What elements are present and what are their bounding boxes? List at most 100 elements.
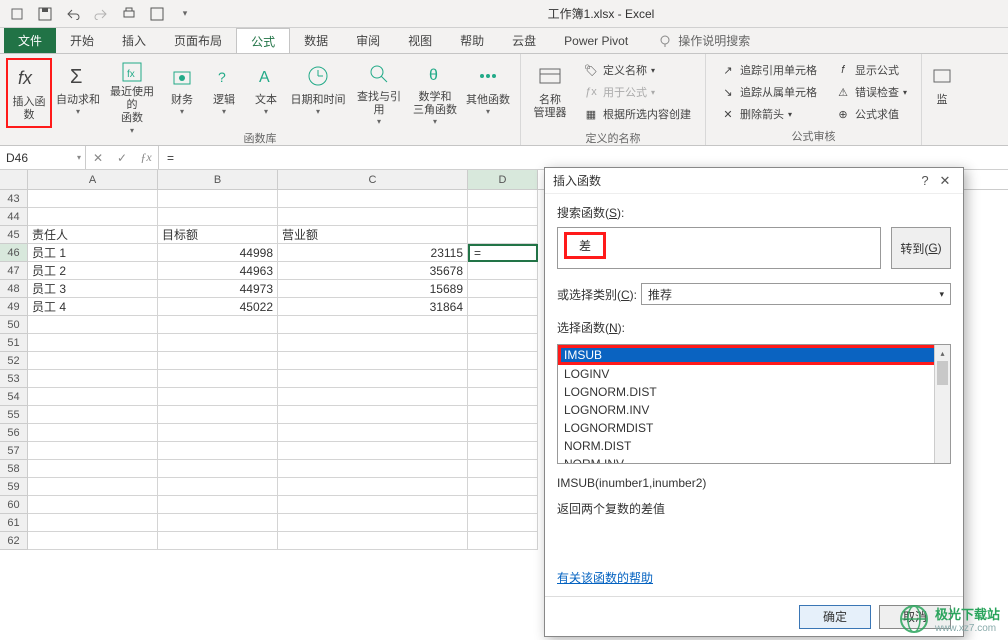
tab-help[interactable]: 帮助 — [446, 28, 498, 53]
tab-data[interactable]: 数据 — [290, 28, 342, 53]
other-functions-button[interactable]: 其他函数▾ — [462, 58, 514, 128]
function-item[interactable]: NORM.DIST — [558, 437, 950, 455]
tab-powerpivot[interactable]: Power Pivot — [550, 28, 642, 53]
active-cell[interactable]: = — [468, 244, 538, 262]
cell[interactable]: 44963 — [158, 262, 278, 280]
ok-button[interactable]: 确定 — [799, 605, 871, 629]
trace-precedents-button[interactable]: ↗追踪引用单元格 — [716, 60, 821, 80]
show-formulas-button[interactable]: 𝑓显示公式 — [831, 60, 911, 80]
recent-functions-button[interactable]: fx 最近使用的 函数▾ — [104, 58, 160, 128]
row-header[interactable]: 48 — [0, 280, 28, 298]
cell[interactable]: 员工 4 — [28, 298, 158, 316]
datetime-button[interactable]: 日期和时间▾ — [288, 58, 348, 128]
scroll-thumb[interactable] — [937, 361, 948, 385]
row-header[interactable]: 52 — [0, 352, 28, 370]
cell[interactable]: 责任人 — [28, 226, 158, 244]
redo-icon[interactable] — [88, 2, 114, 26]
tab-view[interactable]: 视图 — [394, 28, 446, 53]
cell[interactable]: 员工 2 — [28, 262, 158, 280]
logical-button[interactable]: ? 逻辑▾ — [204, 58, 244, 128]
text-button[interactable]: A 文本▾ — [246, 58, 286, 128]
tab-home[interactable]: 开始 — [56, 28, 108, 53]
enter-icon[interactable]: ✓ — [110, 151, 134, 165]
cell[interactable]: 15689 — [278, 280, 468, 298]
tab-file[interactable]: 文件 — [4, 28, 56, 53]
tab-insert[interactable]: 插入 — [108, 28, 160, 53]
row-header[interactable]: 55 — [0, 406, 28, 424]
cell[interactable]: 44973 — [158, 280, 278, 298]
autosum-button[interactable]: Σ 自动求和▾ — [54, 58, 102, 128]
name-manager-button[interactable]: 名称 管理器 — [527, 58, 573, 128]
financial-button[interactable]: 财务▾ — [162, 58, 202, 128]
help-icon[interactable]: ? — [915, 173, 935, 188]
row-header[interactable]: 47 — [0, 262, 28, 280]
function-item[interactable]: LOGINV — [558, 365, 950, 383]
undo-icon[interactable] — [60, 2, 86, 26]
row-header[interactable]: 61 — [0, 514, 28, 532]
save2-icon[interactable] — [144, 2, 170, 26]
row-header[interactable]: 59 — [0, 478, 28, 496]
cell[interactable]: 35678 — [278, 262, 468, 280]
qat-more-icon[interactable]: ▾ — [172, 2, 198, 26]
create-from-selection-button[interactable]: ▦根据所选内容创建 — [579, 104, 695, 124]
col-header-A[interactable]: A — [28, 170, 158, 189]
scroll-up-icon[interactable]: ▴ — [935, 345, 950, 361]
watch-window-button[interactable]: 监 — [928, 58, 956, 128]
col-header-B[interactable]: B — [158, 170, 278, 189]
row-header[interactable]: 46 — [0, 244, 28, 262]
trace-dependents-button[interactable]: ↘追踪从属单元格 — [716, 82, 821, 102]
col-header-C[interactable]: C — [278, 170, 468, 189]
cell[interactable]: 23115 — [278, 244, 468, 262]
cell[interactable]: 31864 — [278, 298, 468, 316]
row-header[interactable]: 60 — [0, 496, 28, 514]
error-check-button[interactable]: ⚠错误检查 ▾ — [831, 82, 911, 102]
use-in-formula-button[interactable]: ƒx用于公式 ▾ — [579, 82, 695, 102]
mathtrig-button[interactable]: θ 数学和 三角函数▾ — [410, 58, 460, 128]
chevron-down-icon[interactable]: ▾ — [77, 153, 81, 162]
save-icon[interactable] — [32, 2, 58, 26]
row-header[interactable]: 56 — [0, 424, 28, 442]
fx-icon[interactable]: ƒx — [134, 150, 158, 165]
row-header[interactable]: 49 — [0, 298, 28, 316]
qat-dropdown-icon[interactable] — [4, 2, 30, 26]
cell[interactable]: 目标额 — [158, 226, 278, 244]
define-name-button[interactable]: 🏷定义名称 ▾ — [579, 60, 695, 80]
close-icon[interactable]: ✕ — [935, 173, 955, 189]
function-item[interactable]: IMSUB — [558, 345, 950, 365]
row-header[interactable]: 51 — [0, 334, 28, 352]
tab-formulas[interactable]: 公式 — [236, 28, 290, 53]
insert-function-button[interactable]: fx 插入函数 — [6, 58, 52, 128]
cell[interactable]: 44998 — [158, 244, 278, 262]
row-header[interactable]: 57 — [0, 442, 28, 460]
tab-review[interactable]: 审阅 — [342, 28, 394, 53]
col-header-D[interactable]: D — [468, 170, 538, 189]
search-function-input[interactable]: 差 — [557, 227, 881, 269]
print-icon[interactable] — [116, 2, 142, 26]
function-item[interactable]: NORM.INV — [558, 455, 950, 464]
row-header[interactable]: 44 — [0, 208, 28, 226]
category-select[interactable]: 推荐▾ — [641, 283, 951, 305]
row-header[interactable]: 45 — [0, 226, 28, 244]
row-header[interactable]: 54 — [0, 388, 28, 406]
select-all-corner[interactable] — [0, 170, 28, 189]
function-help-link[interactable]: 有关该函数的帮助 — [557, 569, 951, 586]
row-header[interactable]: 62 — [0, 532, 28, 550]
row-header[interactable]: 50 — [0, 316, 28, 334]
cell[interactable]: 员工 1 — [28, 244, 158, 262]
goto-button[interactable]: 转到(G) — [891, 227, 951, 269]
function-item[interactable]: LOGNORM.INV — [558, 401, 950, 419]
formula-input[interactable]: = — [159, 146, 1008, 169]
tell-me-search[interactable]: 操作说明搜索 — [642, 28, 750, 53]
row-header[interactable]: 53 — [0, 370, 28, 388]
evaluate-formula-button[interactable]: ⊕公式求值 — [831, 104, 911, 124]
tab-pagelayout[interactable]: 页面布局 — [160, 28, 236, 53]
lookup-button[interactable]: 查找与引用▾ — [350, 58, 408, 128]
cell[interactable]: 营业额 — [278, 226, 468, 244]
function-list[interactable]: IMSUB LOGINV LOGNORM.DIST LOGNORM.INV LO… — [557, 344, 951, 464]
function-item[interactable]: LOGNORM.DIST — [558, 383, 950, 401]
name-box[interactable]: D46▾ — [0, 146, 86, 169]
tab-cloud[interactable]: 云盘 — [498, 28, 550, 53]
cell[interactable]: 45022 — [158, 298, 278, 316]
row-header[interactable]: 43 — [0, 190, 28, 208]
scrollbar[interactable]: ▴ — [934, 345, 950, 463]
